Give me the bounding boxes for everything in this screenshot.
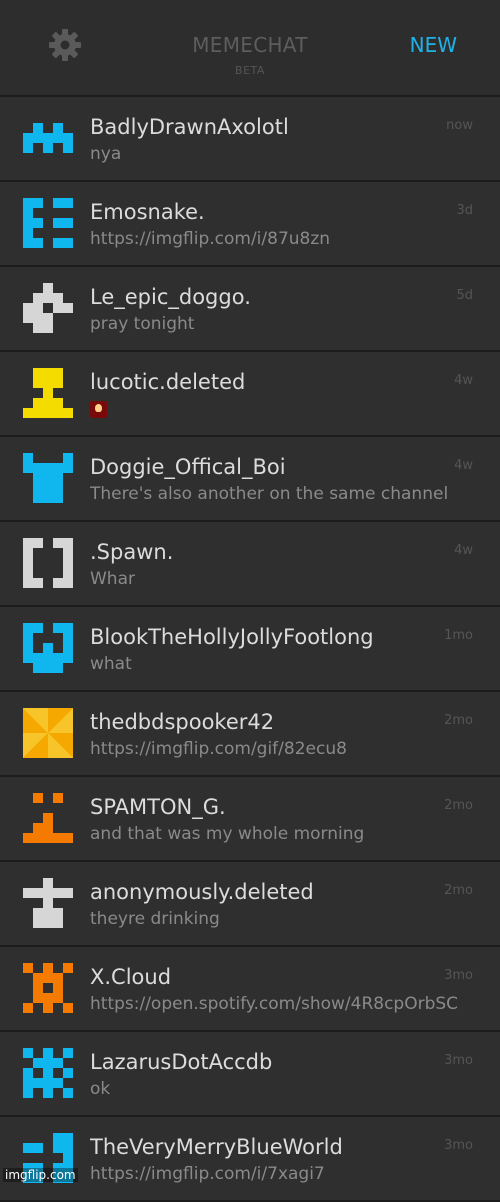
new-chat-button[interactable]: NEW (410, 33, 457, 57)
conversation-row[interactable]: SPAMTON_G.and that was my whole morning 2… (0, 777, 500, 862)
contact-name: lucotic.deleted (90, 370, 246, 394)
message-preview: https://imgflip.com/i/87u8zn (90, 229, 331, 249)
message-preview: ok (90, 1079, 111, 1099)
contact-name: .Spawn. (90, 540, 174, 564)
top-bar: MEMECHAT BETA NEW (0, 0, 500, 97)
conversation-row[interactable]: Le_epic_doggo.pray tonight 5d (0, 267, 500, 352)
avatar-icon (23, 1048, 73, 1098)
message-preview: theyre drinking (90, 909, 220, 929)
timestamp: 4w (454, 458, 473, 473)
conversation-row[interactable]: lucotic.deleted 4w (0, 352, 500, 437)
conversation-list: BadlyDrawnAxolotl nya now Emosnake. https://… (0, 97, 500, 1202)
avatar-icon (23, 198, 73, 248)
avatar-icon (23, 368, 73, 418)
conversation-row[interactable]: X.Cloud https://open.spotify.com/show/4R8… (0, 947, 500, 1032)
timestamp: 3mo (444, 1053, 473, 1068)
conversation-row[interactable]: TheVeryMerryBlueWorld https://imgflip.com… (0, 1117, 500, 1202)
contact-name: TheVeryMerryBlueWorld (90, 1135, 343, 1159)
avatar-icon (23, 283, 73, 333)
conversation-row[interactable]: .Spawn. Whar 4w (0, 522, 500, 607)
timestamp: 4w (454, 373, 473, 388)
message-preview: pray tonight (90, 314, 195, 334)
contact-name: BadlyDrawnAxolotl (90, 115, 289, 139)
message-preview: https://imgflip.com/gif/82ecu8 (90, 739, 347, 759)
contact-name: Doggie_Offical_Boi (90, 455, 286, 479)
conversation-row[interactable]: BlookTheHollyJollyFootlong what 1mo (0, 607, 500, 692)
conversation-row[interactable]: thedbdspooker42 https://imgflip.com/gif/8… (0, 692, 500, 777)
message-preview: nya (90, 144, 122, 164)
conversation-row[interactable]: Emosnake. https://imgflip.com/i/87u8zn 3d (0, 182, 500, 267)
contact-name: BlookTheHollyJollyFootlong (90, 625, 374, 649)
message-preview: Whar (90, 569, 135, 589)
contact-name: Emosnake. (90, 200, 205, 224)
conversation-row[interactable]: Doggie_Offical_Boi There's also another o… (0, 437, 500, 522)
message-preview (90, 399, 474, 419)
timestamp: 4w (454, 543, 473, 558)
contact-name: anonymously.deleted (90, 880, 314, 904)
avatar-icon (23, 708, 73, 758)
contact-name: LazarusDotAccdb (90, 1050, 273, 1074)
timestamp: 3mo (444, 968, 473, 983)
timestamp: 3d (456, 203, 473, 218)
contact-name: SPAMTON_G. (90, 795, 226, 819)
beta-label: BETA (235, 64, 265, 77)
message-preview: and that was my whole morning (90, 824, 365, 844)
timestamp: 3mo (444, 1138, 473, 1153)
conversation-row[interactable]: anonymously.deleted theyre drinking 2mo (0, 862, 500, 947)
avatar-icon (23, 963, 73, 1013)
explosion-emoji-icon (90, 400, 107, 418)
timestamp: 2mo (444, 798, 473, 813)
message-preview: https://open.spotify.com/show/4R8cpOrbSC (90, 994, 459, 1014)
message-preview: what (90, 654, 132, 674)
conversation-row[interactable]: BadlyDrawnAxolotl nya now (0, 97, 500, 182)
watermark: imgflip.com (3, 1168, 78, 1182)
avatar-icon (23, 878, 73, 928)
avatar-icon (23, 538, 73, 588)
message-preview: https://imgflip.com/i/7xagi7 (90, 1164, 325, 1184)
message-preview: There's also another on the same channel (90, 484, 449, 504)
avatar-icon (23, 623, 73, 673)
timestamp: now (446, 118, 473, 133)
contact-name: X.Cloud (90, 965, 172, 989)
avatar-icon (23, 793, 73, 843)
conversation-row[interactable]: LazarusDotAccdb ok 3mo (0, 1032, 500, 1117)
contact-name: thedbdspooker42 (90, 710, 275, 734)
avatar-icon (23, 113, 73, 163)
contact-name: Le_epic_doggo. (90, 285, 251, 309)
timestamp: 5d (456, 288, 473, 303)
avatar-icon (23, 453, 73, 503)
timestamp: 2mo (444, 883, 473, 898)
timestamp: 1mo (444, 628, 473, 643)
timestamp: 2mo (444, 713, 473, 728)
